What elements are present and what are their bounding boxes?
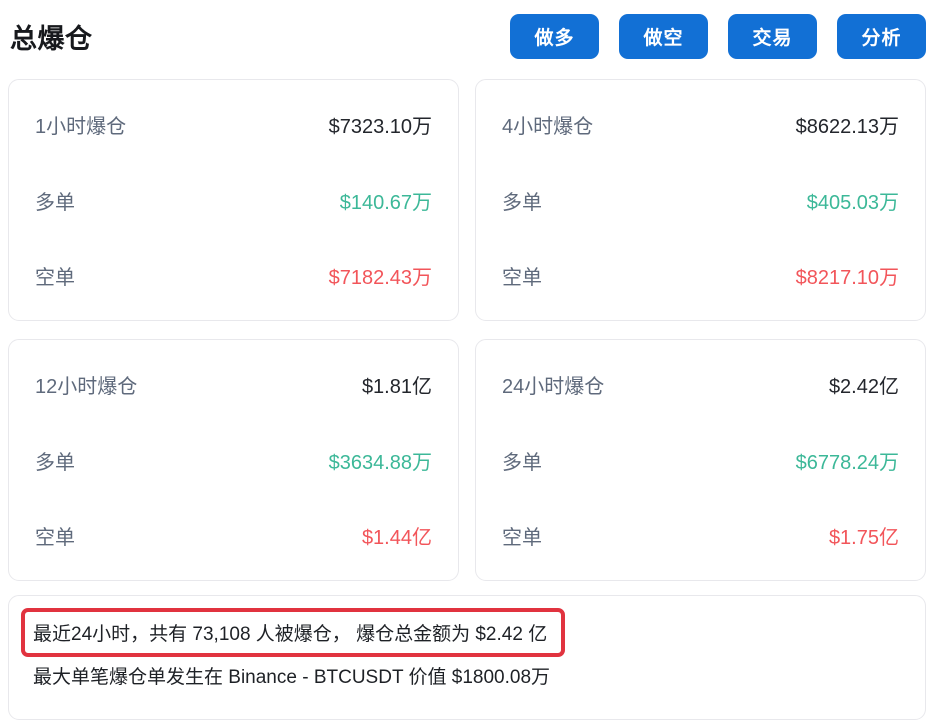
long-value: $405.03万: [806, 191, 899, 214]
liquidation-dashboard: 总爆仓 做多 做空 交易 分析 1小时爆仓 $7323.10万 多单 $140.…: [0, 0, 934, 720]
long-value: $3634.88万: [328, 451, 432, 474]
long-row: 多单 $6778.24万: [502, 446, 899, 475]
short-row: 空单 $1.44亿: [35, 521, 432, 550]
long-row: 多单 $3634.88万: [35, 446, 432, 475]
card-24h-liquidation: 24小时爆仓 $2.42亿 多单 $6778.24万 空单 $1.75亿: [475, 339, 926, 581]
short-value: $1.44亿: [361, 527, 432, 549]
short-label: 空单: [35, 527, 75, 549]
short-row: 空单 $1.75亿: [502, 521, 899, 550]
long-label: 多单: [502, 191, 542, 214]
short-label: 空单: [502, 527, 542, 549]
short-button[interactable]: 做空: [619, 14, 708, 59]
total-row: 1小时爆仓 $7323.10万: [35, 110, 432, 139]
header: 总爆仓 做多 做空 交易 分析: [8, 10, 926, 65]
short-row: 空单 $8217.10万: [502, 261, 899, 290]
total-row: 12小时爆仓 $1.81亿: [35, 370, 432, 399]
total-value: $8622.13万: [795, 116, 899, 138]
page-title: 总爆仓: [10, 24, 93, 54]
red-highlight-annotation: 最近24小时，共有 73,108 人被爆仓， 爆仓总金额为 $2.42 亿: [21, 608, 566, 657]
total-value: $7323.10万: [328, 116, 432, 138]
long-label: 多单: [35, 451, 75, 474]
header-actions: 做多 做空 交易 分析: [510, 14, 926, 59]
short-row: 空单 $7182.43万: [35, 261, 432, 290]
summary-card: 最近24小时，共有 73,108 人被爆仓， 爆仓总金额为 $2.42 亿 最大…: [8, 595, 926, 720]
analyze-button[interactable]: 分析: [837, 14, 926, 59]
card-12h-liquidation: 12小时爆仓 $1.81亿 多单 $3634.88万 空单 $1.44亿: [8, 339, 459, 581]
period-label: 12小时爆仓: [35, 376, 138, 398]
summary-total-line: 最近24小时，共有 73,108 人被爆仓， 爆仓总金额为 $2.42 亿: [33, 624, 548, 645]
period-label: 4小时爆仓: [502, 116, 594, 138]
period-label: 24小时爆仓: [502, 376, 605, 398]
card-4h-liquidation: 4小时爆仓 $8622.13万 多单 $405.03万 空单 $8217.10万: [475, 79, 926, 321]
short-label: 空单: [35, 267, 75, 289]
short-label: 空单: [502, 267, 542, 289]
total-value: $1.81亿: [361, 376, 432, 398]
total-row: 4小时爆仓 $8622.13万: [502, 110, 899, 139]
total-value: $2.42亿: [828, 376, 899, 398]
short-value: $1.75亿: [828, 527, 899, 549]
total-row: 24小时爆仓 $2.42亿: [502, 370, 899, 399]
long-value: $140.67万: [339, 191, 432, 214]
period-label: 1小时爆仓: [35, 116, 127, 138]
long-label: 多单: [502, 451, 542, 474]
long-button[interactable]: 做多: [510, 14, 599, 59]
short-value: $8217.10万: [795, 267, 899, 289]
trade-button[interactable]: 交易: [728, 14, 817, 59]
long-row: 多单 $405.03万: [502, 186, 899, 215]
stat-cards-grid: 1小时爆仓 $7323.10万 多单 $140.67万 空单 $7182.43万…: [8, 79, 926, 581]
long-value: $6778.24万: [795, 451, 899, 474]
short-value: $7182.43万: [328, 267, 432, 289]
card-1h-liquidation: 1小时爆仓 $7323.10万 多单 $140.67万 空单 $7182.43万: [8, 79, 459, 321]
long-label: 多单: [35, 191, 75, 214]
summary-largest-order-line: 最大单笔爆仓单发生在 Binance - BTCUSDT 价值 $1800.08…: [33, 667, 551, 688]
long-row: 多单 $140.67万: [35, 186, 432, 215]
